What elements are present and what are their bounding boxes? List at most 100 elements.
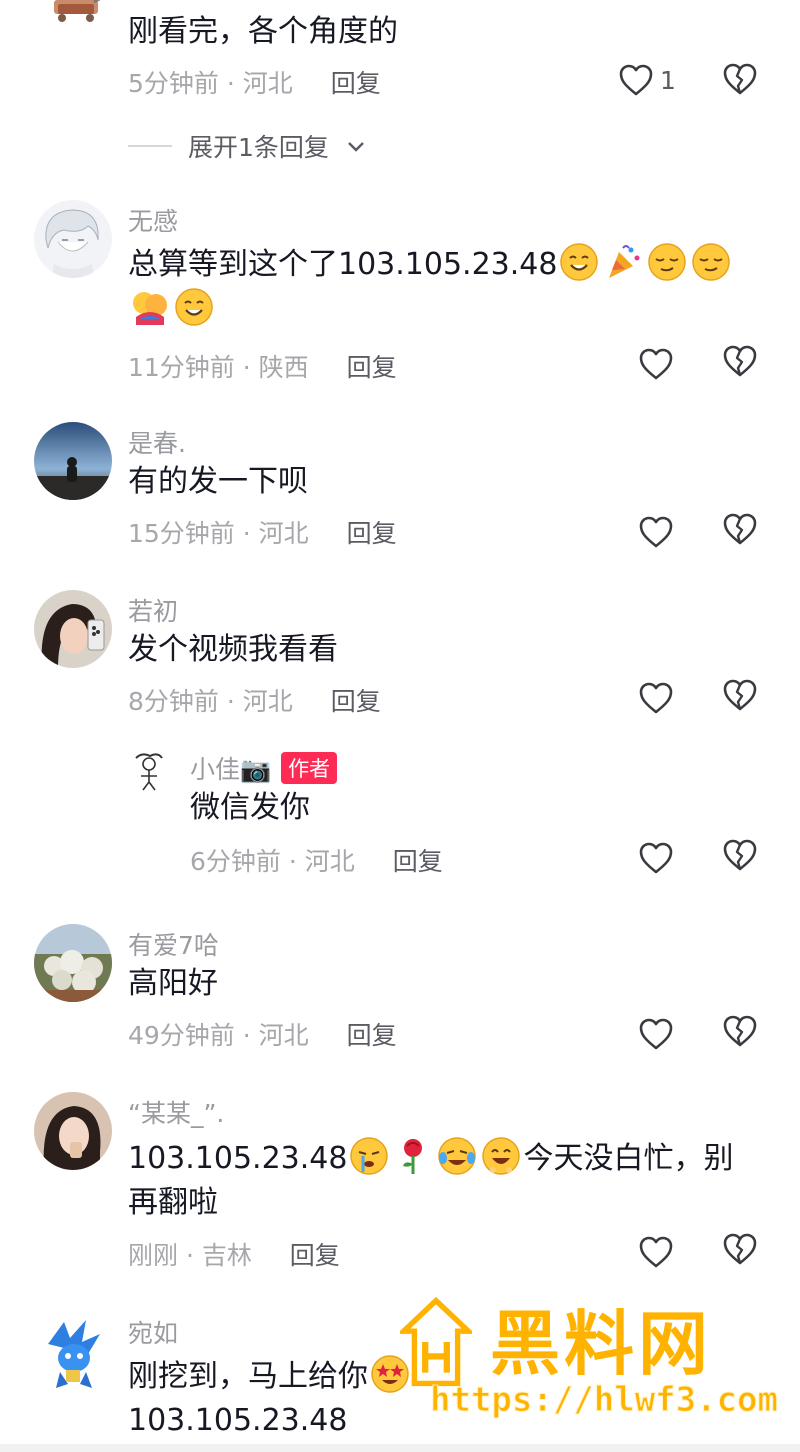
grin-emoji-icon [481, 1136, 521, 1176]
comment-time: 49分钟前 · 河北 [128, 1021, 309, 1050]
comment-text-content: 103.105.23.48 [128, 1141, 348, 1176]
comment-author[interactable]: 宛如 [128, 1314, 178, 1350]
reply-button[interactable]: 回复 [331, 687, 381, 716]
like-button[interactable] [638, 836, 698, 880]
reply-button[interactable]: 回复 [347, 1021, 397, 1050]
avatar-image [34, 590, 112, 668]
avatar[interactable] [48, 0, 128, 40]
dislike-button[interactable] [722, 1232, 762, 1272]
dislike-button[interactable] [722, 512, 762, 552]
broken-heart-icon [722, 838, 758, 872]
heart-outline-icon [638, 515, 674, 549]
expand-replies-button[interactable]: 展开1条回复 [128, 128, 367, 164]
dislike-button[interactable] [722, 62, 762, 102]
comment-meta: 11分钟前 · 陕西 回复 [128, 348, 397, 384]
avatar-image [34, 422, 112, 500]
comment-author: 小佳📷 作者 [190, 750, 338, 786]
comment-time: 6分钟前 · 河北 [190, 847, 355, 876]
avatar-image [34, 200, 112, 278]
broken-heart-icon [722, 1232, 758, 1266]
heart-outline-icon [638, 681, 674, 715]
comment-text: 103.105.23.48 今天没白忙，别再翻啦 [128, 1136, 760, 1225]
comment-author[interactable]: 无感 [128, 202, 178, 238]
reply-button[interactable]: 回复 [331, 69, 381, 98]
reply-button[interactable]: 回复 [393, 847, 443, 876]
expand-replies-label: 展开1条回复 [188, 133, 329, 162]
dislike-button[interactable] [722, 838, 762, 878]
comment-time: 11分钟前 · 陕西 [128, 353, 309, 382]
heart-outline-icon [638, 347, 674, 381]
reply-button[interactable]: 回复 [290, 1241, 340, 1270]
comment-meta: 49分钟前 · 河北 回复 [128, 1016, 397, 1052]
comment-text-content: 刚挖到，马上给你 [128, 1359, 368, 1394]
divider-line [128, 145, 172, 147]
comment-text-content-2: 103.105.23.48 [128, 1403, 348, 1438]
hug-emoji-icon [130, 287, 170, 327]
like-count: 1 [660, 65, 676, 95]
comment-text: 发个视频我看看 [128, 632, 338, 667]
comment-text: 高阳好 [128, 966, 218, 1001]
comment-time: 8分钟前 · 河北 [128, 687, 293, 716]
broken-heart-icon [722, 344, 758, 378]
grinning-emoji-icon [559, 242, 599, 282]
like-button[interactable] [638, 342, 698, 386]
like-button[interactable] [638, 1012, 698, 1056]
reply-button[interactable]: 回复 [347, 519, 397, 548]
comment-text: 微信发你 [190, 790, 310, 825]
heart-outline-icon [618, 63, 654, 97]
comment-author[interactable]: 若初 [128, 592, 178, 628]
comment-meta: 8分钟前 · 河北 回复 [128, 682, 381, 718]
avatar[interactable] [34, 422, 112, 500]
comment-time: 15分钟前 · 河北 [128, 519, 309, 548]
comment-text: 刚看完，各个角度的 [128, 14, 398, 49]
dislike-button[interactable] [722, 1014, 762, 1054]
comment-text: 总算等到这个了103.105.23.48 [128, 242, 760, 332]
comment-time: 刚刚 · 吉林 [128, 1241, 252, 1270]
party-popper-emoji-icon [603, 242, 643, 282]
comment-author[interactable]: “某某_”. [128, 1094, 224, 1130]
smug-emoji-icon [647, 242, 687, 282]
smile-emoji-icon [174, 287, 214, 327]
broken-heart-icon [722, 678, 758, 712]
avatar[interactable] [34, 590, 112, 668]
avatar-image [128, 750, 170, 792]
broken-heart-icon [722, 1014, 758, 1048]
author-badge: 作者 [281, 752, 338, 784]
comment-meta: 5分钟前 · 河北 回复 [128, 64, 381, 100]
avatar[interactable] [34, 1092, 112, 1170]
comment-text: 刚挖到，马上给你 103.105.23.48 [128, 1354, 760, 1443]
star-struck-emoji-icon [370, 1354, 410, 1394]
chevron-down-icon [348, 142, 364, 152]
comment-meta: 刚刚 · 吉林 回复 [128, 1236, 340, 1272]
author-name[interactable]: 小佳📷 [190, 755, 271, 784]
dislike-button[interactable] [722, 678, 762, 718]
reply-button[interactable]: 回复 [347, 353, 397, 382]
comment-author[interactable]: 有爱7哈 [128, 926, 219, 962]
avatar[interactable] [34, 200, 112, 278]
rose-emoji-icon [393, 1136, 433, 1176]
like-button[interactable]: 1 [618, 58, 678, 102]
smug-emoji-icon [691, 242, 731, 282]
like-button[interactable] [638, 676, 698, 720]
dislike-button[interactable] [722, 344, 762, 384]
comment-time: 5分钟前 · 河北 [128, 69, 293, 98]
avatar-image [34, 1092, 112, 1170]
comment-meta: 15分钟前 · 河北 回复 [128, 514, 397, 550]
comment-author[interactable]: 是春. [128, 424, 186, 460]
heart-outline-icon [638, 1235, 674, 1269]
avatar-image [54, 0, 101, 22]
broken-heart-icon [722, 512, 758, 546]
like-button[interactable] [638, 1230, 698, 1274]
like-button[interactable] [638, 510, 698, 554]
avatar[interactable] [34, 924, 112, 1002]
avatar[interactable] [128, 750, 170, 792]
comment-meta: 6分钟前 · 河北 回复 [190, 842, 443, 878]
heart-outline-icon [638, 841, 674, 875]
avatar[interactable] [34, 1314, 112, 1392]
broken-heart-icon [722, 62, 758, 96]
bottom-divider [0, 1444, 800, 1452]
avatar-image [34, 1314, 112, 1392]
tears-of-joy-emoji-icon [437, 1136, 477, 1176]
sob-emoji-icon [349, 1136, 389, 1176]
comment-text-content: 总算等到这个了103.105.23.48 [128, 247, 558, 282]
